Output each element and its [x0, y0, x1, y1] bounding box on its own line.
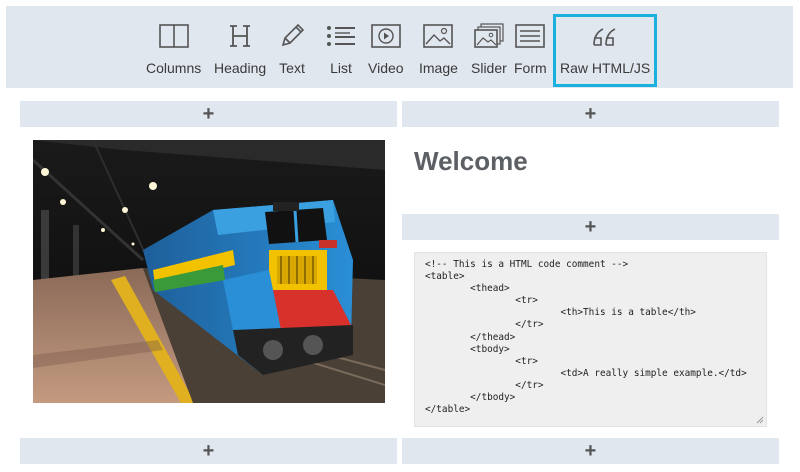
form-label: Form: [514, 60, 547, 76]
quote-icon: [591, 21, 619, 53]
form-icon: [515, 20, 546, 52]
raw-html-label: Raw HTML/JS: [560, 60, 651, 76]
slider-tool[interactable]: Slider: [471, 6, 507, 88]
code-line: <th>This is a table</th>: [425, 307, 696, 319]
code-line: <thead>: [425, 283, 510, 295]
list-label: List: [330, 60, 352, 76]
form-tool[interactable]: Form: [514, 6, 547, 88]
columns-icon: [158, 20, 189, 52]
plus-icon: +: [584, 216, 597, 238]
page-title[interactable]: Welcome: [414, 146, 528, 177]
code-line: <tr>: [425, 355, 538, 367]
plus-icon: +: [202, 103, 215, 125]
columns-tool[interactable]: Columns: [146, 6, 201, 88]
video-icon: [370, 20, 401, 52]
heading-icon: [227, 20, 253, 52]
block-toolbar: Columns Heading Text List Video Image Sl…: [6, 6, 793, 88]
add-block-button[interactable]: +: [402, 438, 779, 464]
code-line: </thead>: [425, 331, 516, 343]
add-block-button[interactable]: +: [402, 214, 779, 240]
code-line: </tr>: [425, 379, 544, 391]
text-tool[interactable]: Text: [279, 6, 305, 88]
add-block-button[interactable]: +: [20, 101, 397, 127]
code-line: </table>: [425, 404, 471, 416]
list-icon: [326, 20, 356, 52]
video-tool[interactable]: Video: [368, 6, 404, 88]
slider-icon: [474, 20, 504, 52]
code-line: <table>: [425, 271, 465, 283]
columns-label: Columns: [146, 60, 202, 76]
raw-html-tool[interactable]: Raw HTML/JS: [553, 14, 658, 87]
list-tool[interactable]: List: [326, 6, 356, 88]
code-line: </tr>: [425, 319, 544, 331]
add-block-button[interactable]: +: [402, 101, 779, 127]
resize-handle[interactable]: [756, 416, 764, 424]
pencil-icon: [279, 20, 305, 52]
image-label: Image: [419, 60, 458, 76]
image-tool[interactable]: Image: [419, 6, 458, 88]
image-icon: [423, 20, 454, 52]
text-label: Text: [279, 60, 305, 76]
code-line: <tbody>: [425, 343, 510, 355]
plus-icon: +: [584, 440, 597, 462]
code-line: <td>A really simple example.</td>: [425, 367, 747, 379]
heading-label: Heading: [214, 60, 267, 76]
code-line: <!-- This is a HTML code comment -->: [425, 259, 629, 270]
slider-label: Slider: [471, 60, 507, 76]
plus-icon: +: [584, 103, 597, 125]
plus-icon: +: [202, 440, 215, 462]
raw-html-code-editor[interactable]: <!-- This is a HTML code comment --> <tab…: [414, 252, 767, 427]
add-block-button[interactable]: +: [20, 438, 397, 464]
heading-tool[interactable]: Heading: [214, 6, 266, 88]
code-line: </tbody>: [425, 392, 516, 404]
code-line: <tr>: [425, 295, 538, 307]
video-label: Video: [368, 60, 404, 76]
train-image[interactable]: [33, 140, 385, 403]
